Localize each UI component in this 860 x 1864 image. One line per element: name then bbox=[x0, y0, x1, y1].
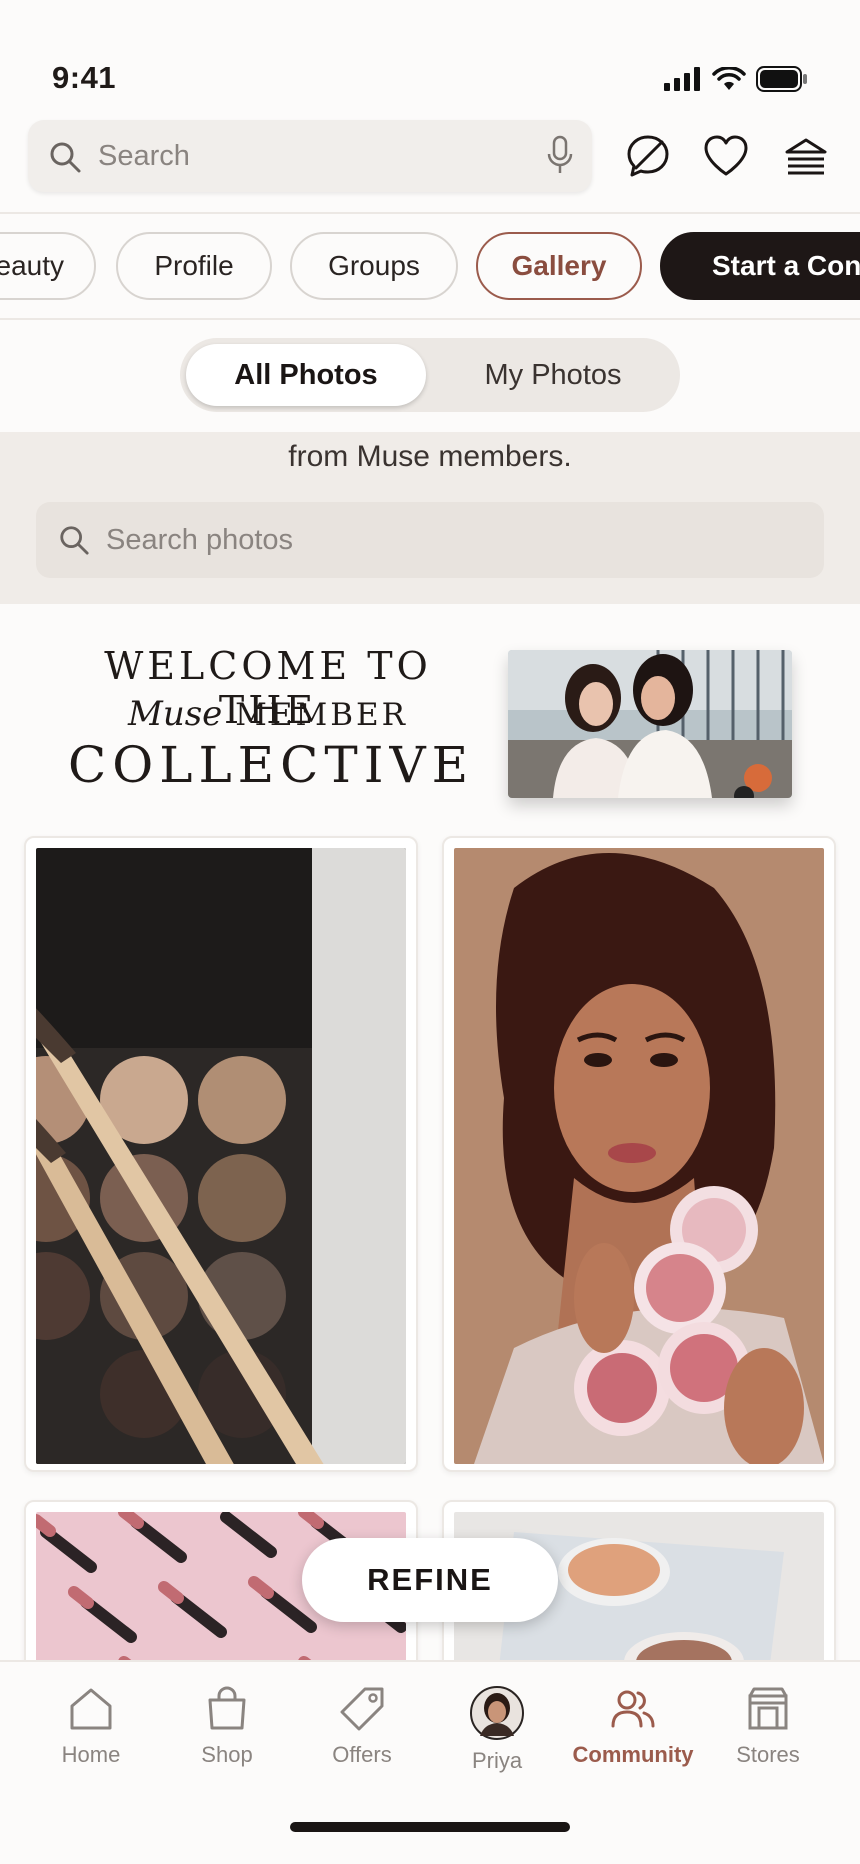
search-placeholder: Search bbox=[98, 140, 190, 172]
tab-label: Home bbox=[61, 1742, 121, 1767]
welcome-banner: WELCOME TO THE Muse MEMBER COLLECTIVE bbox=[0, 640, 860, 810]
cellular-signal-icon bbox=[664, 67, 700, 91]
photo-search-placeholder: Search photos bbox=[106, 524, 294, 556]
status-time: 9:41 bbox=[52, 60, 117, 95]
microphone-icon[interactable] bbox=[546, 135, 574, 177]
banner-photo bbox=[508, 650, 792, 798]
muse-script: Muse bbox=[128, 694, 223, 734]
member-word: MEMBER bbox=[222, 697, 408, 733]
tab-label: Stores bbox=[736, 1742, 800, 1767]
chip-profile[interactable]: Profile bbox=[116, 232, 272, 300]
people-icon bbox=[611, 1690, 655, 1728]
chip-gallery[interactable]: Gallery bbox=[476, 232, 642, 300]
bottom-tab-bar: Home Shop Offers Priya Community Stores bbox=[0, 1660, 860, 1864]
photo-search-input[interactable]: Search photos bbox=[36, 502, 824, 578]
photo-card[interactable] bbox=[442, 836, 836, 1472]
tab-community[interactable]: Community bbox=[568, 1686, 698, 1786]
tab-label: Offers bbox=[332, 1742, 392, 1767]
photo-filter-segment: All Photos My Photos bbox=[180, 338, 680, 412]
bag-icon bbox=[208, 1686, 246, 1730]
community-nav-chips: eauty Profile Groups Gallery Start a Con bbox=[0, 232, 860, 300]
photo-image bbox=[36, 848, 406, 1464]
tab-home[interactable]: Home bbox=[26, 1686, 156, 1786]
tab-label: Shop bbox=[201, 1742, 253, 1767]
segment-my-photos[interactable]: My Photos bbox=[432, 344, 674, 406]
start-conversation-button[interactable]: Start a Con bbox=[660, 232, 860, 300]
photo-card[interactable] bbox=[24, 836, 418, 1472]
search-icon bbox=[60, 526, 89, 555]
tab-shop[interactable]: Shop bbox=[162, 1686, 292, 1786]
gallery-description: from Muse members. bbox=[288, 440, 572, 473]
gallery-intro-band: from Muse members. Search photos bbox=[0, 432, 860, 604]
store-icon bbox=[748, 1687, 788, 1730]
store-locator-icon[interactable] bbox=[780, 130, 832, 182]
chips-divider bbox=[0, 318, 860, 320]
refine-button[interactable]: REFINE bbox=[302, 1538, 558, 1622]
search-icon bbox=[50, 142, 81, 173]
avatar bbox=[470, 1686, 524, 1740]
chip-beauty[interactable]: eauty bbox=[0, 232, 96, 300]
segment-all-photos[interactable]: All Photos bbox=[186, 344, 426, 406]
home-icon bbox=[70, 1688, 112, 1730]
tag-icon bbox=[340, 1687, 384, 1731]
search-bar[interactable]: Search bbox=[28, 120, 592, 192]
tab-stores[interactable]: Stores bbox=[703, 1686, 833, 1786]
heart-icon[interactable] bbox=[700, 130, 752, 182]
tab-profile[interactable]: Priya bbox=[432, 1686, 562, 1786]
battery-icon bbox=[756, 66, 807, 92]
header-divider bbox=[0, 212, 860, 214]
status-icons bbox=[664, 66, 808, 92]
welcome-line-3: COLLECTIVE bbox=[68, 736, 475, 794]
status-bar: 9:41 bbox=[0, 0, 860, 110]
tab-label: Priya bbox=[471, 1748, 523, 1773]
header: Search bbox=[0, 120, 860, 212]
tab-offers[interactable]: Offers bbox=[297, 1686, 427, 1786]
wifi-icon bbox=[712, 67, 746, 90]
chat-icon[interactable] bbox=[622, 130, 674, 182]
tab-label: Community bbox=[572, 1742, 694, 1767]
photo-image bbox=[454, 848, 824, 1464]
welcome-line-2: Muse MEMBER bbox=[68, 694, 468, 734]
home-indicator bbox=[290, 1822, 570, 1832]
chip-groups[interactable]: Groups bbox=[290, 232, 458, 300]
